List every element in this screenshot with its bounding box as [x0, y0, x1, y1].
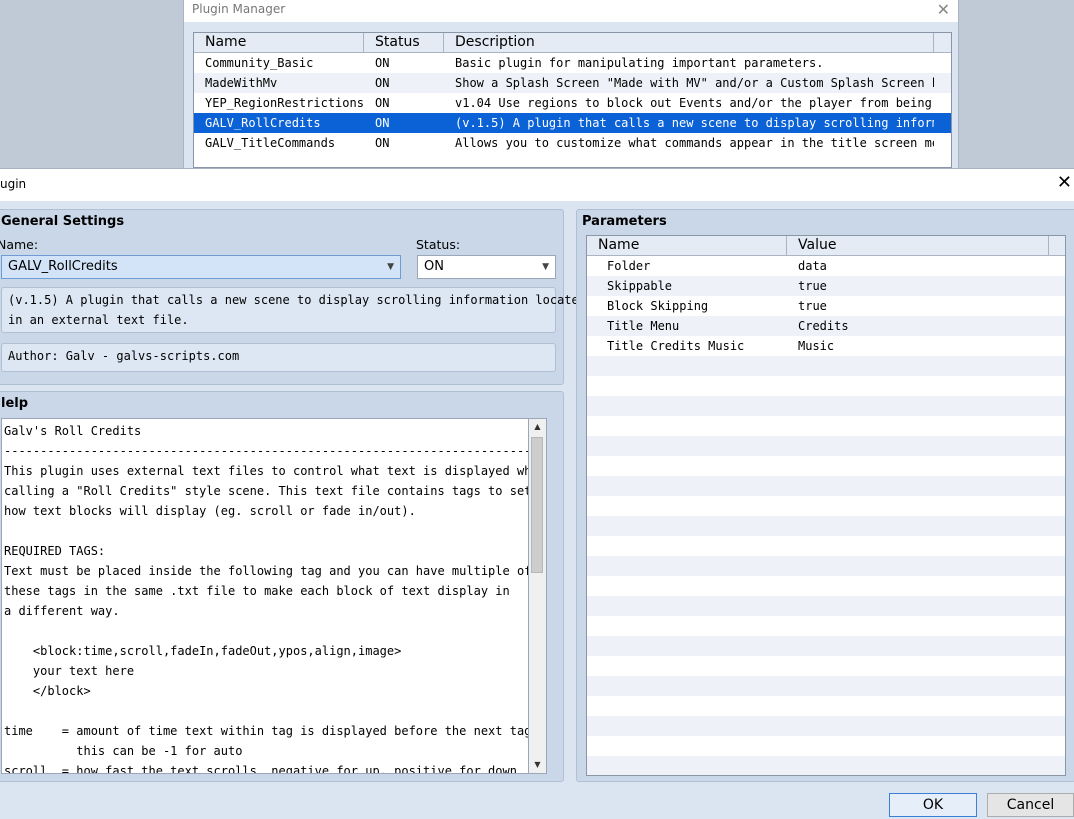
param-value: true: [798, 299, 827, 313]
help-heading: lelp: [1, 396, 29, 411]
cell-description: Show a Splash Screen "Made with MV" and/…: [455, 76, 934, 90]
param-value: Credits: [798, 319, 849, 333]
close-icon[interactable]: ✕: [1057, 172, 1072, 193]
param-name: Title Credits Music: [607, 339, 745, 353]
table-row: [587, 536, 1065, 556]
cell-status: ON: [375, 136, 390, 150]
cancel-button[interactable]: Cancel: [987, 793, 1074, 817]
table-row: [587, 656, 1065, 676]
table-row: [587, 396, 1065, 416]
table-row: [587, 696, 1065, 716]
param-value: Music: [798, 339, 835, 353]
general-settings-heading: General Settings: [1, 214, 125, 229]
plugin-name-value: GALV_RollCredits: [8, 259, 118, 274]
general-settings-panel: General Settings Name: GALV_RollCredits …: [0, 209, 586, 385]
description-box: (v.1.5) A plugin that calls a new scene …: [1, 287, 586, 333]
plugin-dialog-titlebar: ugin ✕: [0, 169, 1074, 201]
param-value: true: [798, 279, 827, 293]
parameters-rows: Folder data Skippable true Block Skipping tru…: [587, 256, 1065, 775]
table-row[interactable]: Block Skipping true: [587, 296, 1065, 316]
chevron-down-icon: ▼: [387, 262, 394, 272]
plugin-dialog-title: ugin: [0, 177, 27, 191]
table-row: [587, 556, 1065, 576]
scroll-down-icon[interactable]: ▼: [529, 757, 546, 773]
table-row[interactable]: GALV_RollCredits ON (v.1.5) A plugin that …: [194, 113, 951, 133]
cell-status: ON: [375, 76, 390, 90]
plugin-manager-title: Plugin Manager: [192, 2, 286, 16]
table-row[interactable]: Skippable true: [587, 276, 1065, 296]
cell-status: ON: [375, 56, 390, 70]
table-row: [587, 476, 1065, 496]
table-row[interactable]: Community_Basic ON Basic plugin for manipu…: [194, 53, 951, 73]
cell-description: (v.1.5) A plugin that calls a new scene …: [455, 116, 934, 130]
parameters-header: Name Value: [587, 236, 1065, 256]
table-row: [587, 596, 1065, 616]
help-text-area[interactable]: Galv's Roll Credits --------------------…: [1, 418, 529, 774]
parameters-panel: Parameters Name Value Folder data Skippabl…: [576, 209, 1074, 782]
param-name: Skippable: [607, 279, 673, 293]
help-panel: lelp Galv's Roll Credits ---------------…: [0, 391, 564, 782]
table-row[interactable]: Title Menu Credits: [587, 316, 1065, 336]
param-value: data: [798, 259, 827, 273]
cell-status: ON: [375, 96, 390, 110]
plugin-list-rows: Community_Basic ON Basic plugin for manipu…: [194, 53, 951, 153]
table-row: [587, 616, 1065, 636]
plugin-name-select[interactable]: GALV_RollCredits ▼: [1, 255, 401, 279]
column-header-description[interactable]: Description: [444, 33, 934, 52]
chevron-down-icon: ▼: [542, 262, 549, 272]
cell-name: GALV_RollCredits: [205, 116, 321, 130]
table-row: [587, 416, 1065, 436]
status-value: ON: [424, 259, 444, 274]
column-header-name[interactable]: Name: [587, 236, 787, 255]
help-scrollbar[interactable]: ▲ ▼: [529, 418, 547, 774]
column-header-value[interactable]: Value: [787, 236, 1049, 255]
table-row[interactable]: Title Credits Music Music: [587, 336, 1065, 356]
author-box: Author: Galv - galvs-scripts.com: [1, 343, 556, 372]
column-header-status[interactable]: Status: [364, 33, 444, 52]
table-row: [587, 516, 1065, 536]
parameters-table: Name Value Folder data Skippable true Block …: [586, 235, 1066, 776]
table-row: [587, 716, 1065, 736]
table-row: [587, 436, 1065, 456]
table-row[interactable]: GALV_TitleCommands ON Allows you to custom…: [194, 133, 951, 153]
column-header-name[interactable]: Name: [194, 33, 364, 52]
plugin-list-table: Name Status Description Community_Basic O…: [193, 32, 952, 168]
table-row[interactable]: MadeWithMv ON Show a Splash Screen "Made w…: [194, 73, 951, 93]
cell-description: Allows you to customize what commands ap…: [455, 136, 934, 150]
table-row: [587, 456, 1065, 476]
param-name: Block Skipping: [607, 299, 709, 313]
status-select[interactable]: ON ▼: [417, 255, 556, 279]
table-row: [587, 376, 1065, 396]
cell-name: Community_Basic: [205, 56, 314, 70]
plugin-list-header: Name Status Description: [194, 33, 951, 53]
table-row: [587, 736, 1065, 756]
table-row[interactable]: Folder data: [587, 256, 1065, 276]
scroll-up-icon[interactable]: ▲: [529, 419, 546, 435]
table-row: [587, 576, 1065, 596]
table-row: [587, 496, 1065, 516]
plugin-manager-titlebar: Plugin Manager ✕: [184, 0, 958, 22]
param-name: Folder: [607, 259, 651, 273]
scrollbar-thumb[interactable]: [531, 437, 543, 573]
cell-description: Basic plugin for manipulating important …: [455, 56, 824, 70]
cell-name: GALV_TitleCommands: [205, 136, 336, 150]
close-icon[interactable]: ✕: [937, 0, 950, 19]
cell-name: YEP_RegionRestrictions: [205, 96, 364, 110]
table-row: [587, 756, 1065, 775]
plugin-manager-window: Plugin Manager ✕ Name Status Description…: [183, 0, 959, 175]
name-label: Name:: [0, 237, 39, 252]
table-row: [587, 676, 1065, 696]
status-label: Status:: [416, 237, 461, 252]
cell-name: MadeWithMv: [205, 76, 278, 90]
ok-button[interactable]: OK: [889, 793, 977, 817]
plugin-dialog: ugin ✕ General Settings Name: GALV_RollC…: [0, 168, 1074, 819]
parameters-heading: Parameters: [582, 214, 667, 229]
cell-status: ON: [375, 116, 390, 130]
table-row: [587, 356, 1065, 376]
table-row: [587, 636, 1065, 656]
param-name: Title Menu: [607, 319, 680, 333]
cell-description: v1.04 Use regions to block out Events an…: [455, 96, 934, 110]
table-row[interactable]: YEP_RegionRestrictions ON v1.04 Use region…: [194, 93, 951, 113]
